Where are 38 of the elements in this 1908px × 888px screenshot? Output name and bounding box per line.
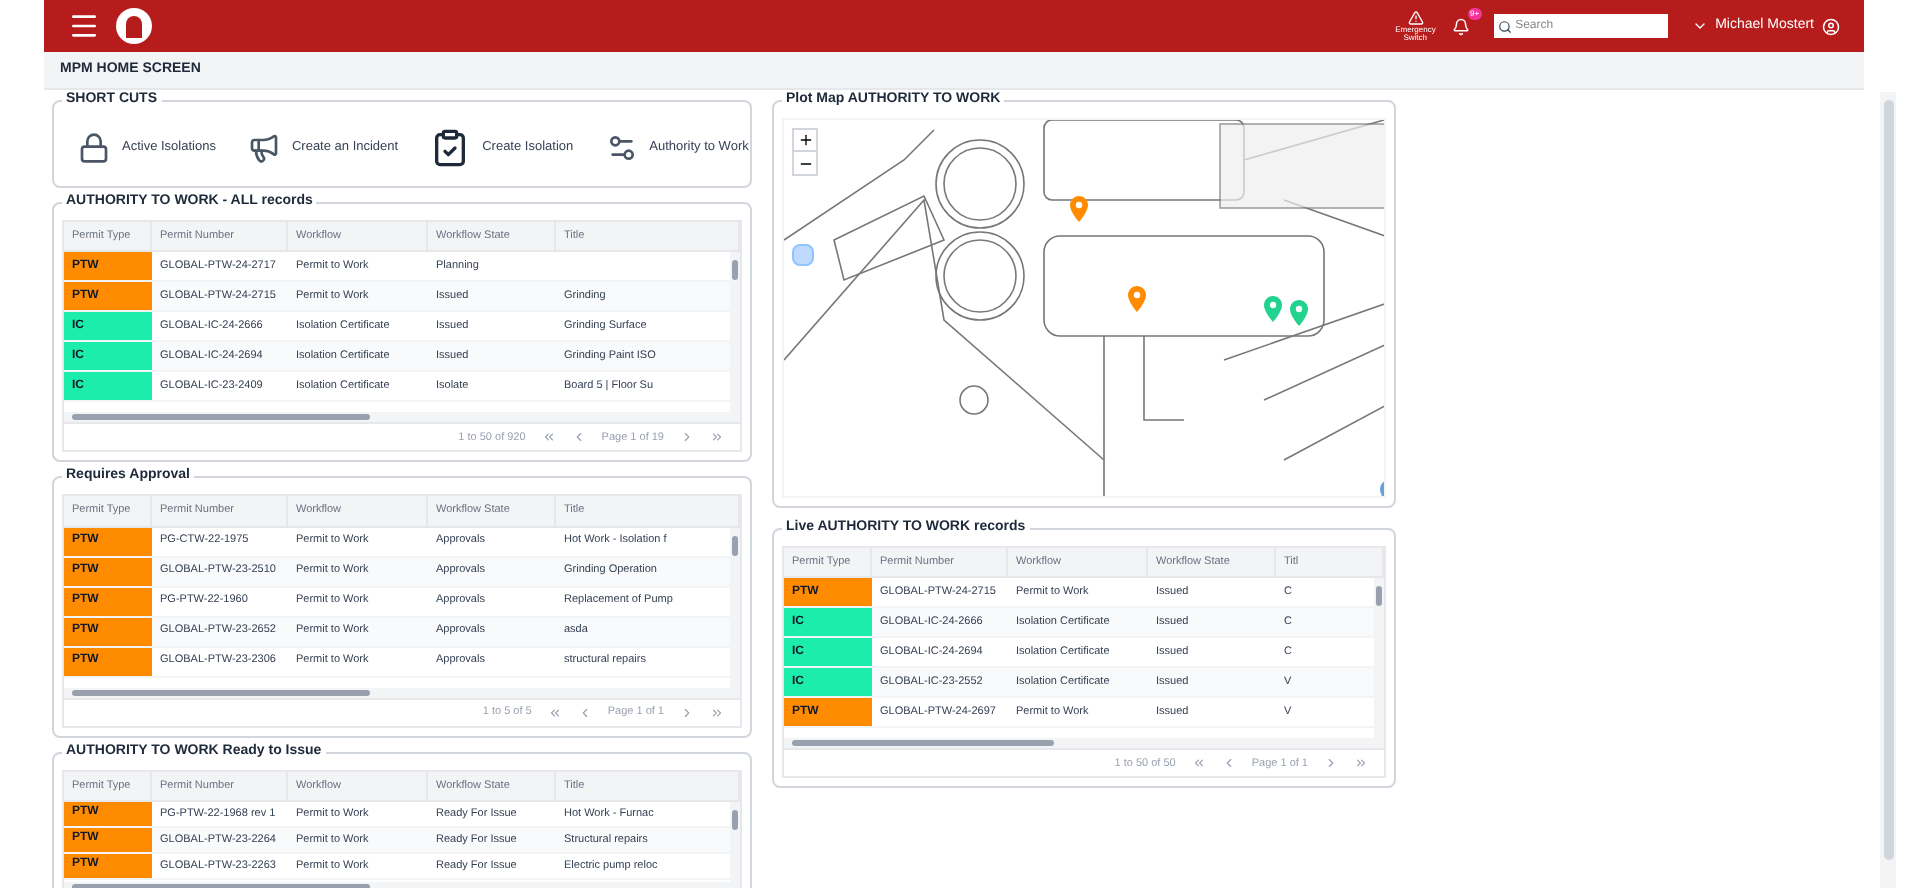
search-icon bbox=[1497, 19, 1512, 33]
last-page-icon[interactable] bbox=[710, 705, 724, 719]
warning-icon[interactable] bbox=[1407, 10, 1424, 26]
caret-icon bbox=[1691, 18, 1708, 34]
map-pin-icon[interactable] bbox=[1070, 196, 1088, 222]
horizontal-scrollbar[interactable] bbox=[784, 738, 1384, 749]
previous-page-icon[interactable] bbox=[571, 430, 586, 445]
horizontal-scrollbar[interactable] bbox=[64, 881, 740, 888]
page-scrollbar[interactable] bbox=[1880, 92, 1896, 888]
first-page-icon[interactable] bbox=[1191, 756, 1206, 771]
layer-button[interactable] bbox=[792, 244, 814, 266]
map-pin-icon[interactable] bbox=[1128, 286, 1146, 312]
plus-icon bbox=[797, 132, 813, 148]
user-icon bbox=[1822, 17, 1840, 35]
horizontal-scrollbar[interactable] bbox=[64, 687, 740, 697]
vertical-scrollbar[interactable] bbox=[730, 801, 740, 882]
last-page-icon[interactable] bbox=[710, 430, 724, 445]
notification-icon[interactable] bbox=[1451, 17, 1470, 35]
next-page-icon[interactable] bbox=[1324, 756, 1338, 771]
clipboard-check-icon bbox=[430, 128, 471, 168]
previous-page-icon[interactable] bbox=[577, 705, 592, 719]
next-page-icon[interactable] bbox=[680, 430, 694, 445]
next-page-icon[interactable] bbox=[680, 705, 694, 719]
map-pin-icon[interactable] bbox=[1264, 296, 1282, 322]
previous-page-icon[interactable] bbox=[1221, 756, 1236, 771]
first-page-icon[interactable] bbox=[541, 430, 556, 445]
vertical-scrollbar[interactable] bbox=[730, 527, 740, 687]
logo-icon bbox=[116, 8, 152, 44]
menu-icon[interactable] bbox=[68, 10, 100, 42]
zoom-in-button[interactable] bbox=[794, 130, 816, 152]
vertical-scrollbar[interactable] bbox=[730, 252, 740, 413]
map-pin-icon[interactable] bbox=[1290, 300, 1308, 326]
first-page-icon[interactable] bbox=[547, 705, 562, 719]
last-page-icon[interactable] bbox=[1354, 756, 1368, 771]
horizontal-scrollbar[interactable] bbox=[64, 412, 740, 423]
lock-icon bbox=[78, 132, 110, 164]
vertical-scrollbar[interactable] bbox=[1374, 578, 1384, 739]
megaphone-icon bbox=[247, 132, 280, 164]
